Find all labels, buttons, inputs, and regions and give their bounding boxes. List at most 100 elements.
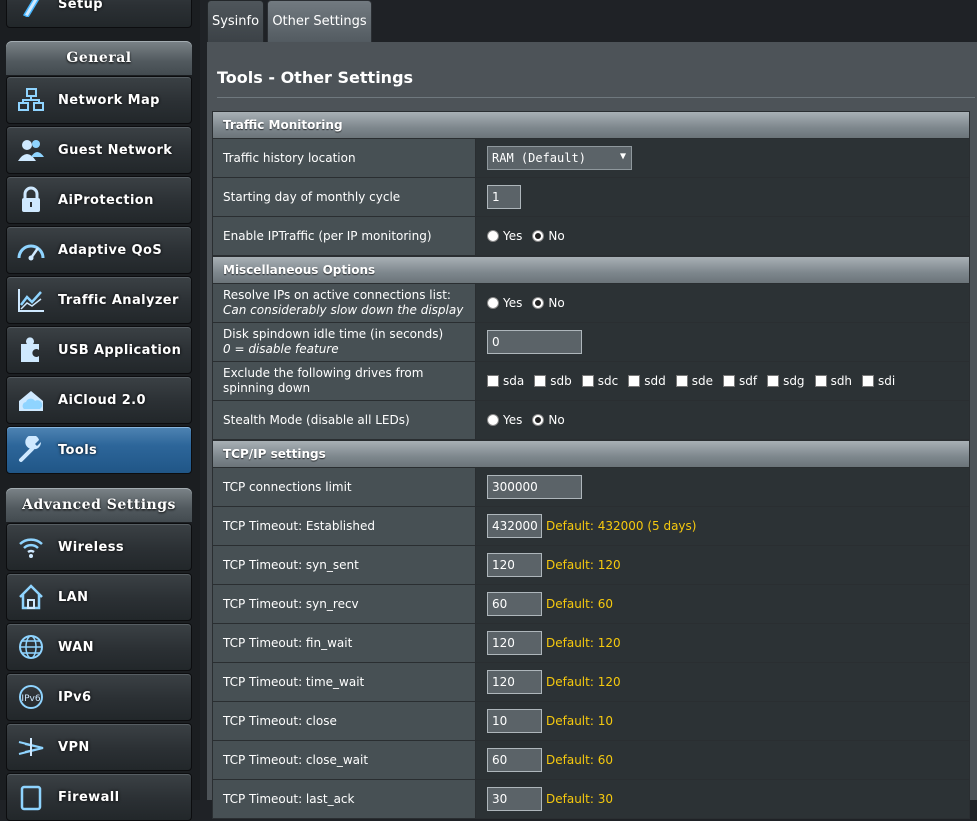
nav-setup[interactable]: Setup xyxy=(6,0,192,28)
nav-aiprotection[interactable]: AiProtection xyxy=(6,176,192,224)
timeout-syn-sent-input[interactable]: 120 xyxy=(487,553,542,577)
stealth-yes-radio[interactable] xyxy=(487,414,499,426)
stealth-yes-label: Yes xyxy=(503,413,523,427)
nav-traffic-analyzer-label: Traffic Analyzer xyxy=(58,292,179,308)
nav-adaptive-qos[interactable]: Adaptive QoS xyxy=(6,226,192,274)
drive-sdg-checkbox[interactable] xyxy=(767,375,780,387)
conn-limit-input[interactable]: 300000 xyxy=(487,475,582,499)
lock-icon xyxy=(16,185,46,215)
timeout-last-ack-input[interactable]: 30 xyxy=(487,787,542,811)
vpn-icon xyxy=(16,732,46,762)
row-timeout-syn-sent: TCP Timeout: syn_sent 120 Default: 120 xyxy=(212,546,970,585)
row-stealth-mode: Stealth Mode (disable all LEDs) Yes No xyxy=(212,401,970,440)
group-miscellaneous: Miscellaneous Options xyxy=(212,256,970,284)
iptraffic-yes-radio[interactable] xyxy=(487,230,499,242)
nav-usb-application-label: USB Application xyxy=(58,342,182,358)
nav-firewall[interactable]: Firewall xyxy=(6,773,192,821)
row-exclude-drives: Exclude the following drives from spinni… xyxy=(212,362,970,401)
nav-tools[interactable]: Tools xyxy=(6,426,192,474)
guest-network-icon xyxy=(16,135,46,165)
resolve-ips-sub: Can considerably slow down the display xyxy=(223,303,464,317)
wrench-icon xyxy=(16,435,46,465)
drive-sdc-label: sdc xyxy=(597,374,619,388)
drive-sda-checkbox[interactable] xyxy=(487,375,499,387)
tab-sysinfo[interactable]: Sysinfo xyxy=(207,0,264,42)
timeout-close-input[interactable]: 10 xyxy=(487,709,542,733)
drive-sdc-checkbox[interactable] xyxy=(581,375,594,387)
drive-sdh-checkbox[interactable] xyxy=(814,375,827,387)
nav-network-map[interactable]: Network Map xyxy=(6,76,192,124)
start-day-label: Starting day of monthly cycle xyxy=(212,178,476,217)
start-day-input[interactable]: 1 xyxy=(487,185,521,209)
advanced-settings-header: Advanced Settings xyxy=(6,488,192,522)
sidebar: Setup General Network Map Guest Network … xyxy=(0,0,200,821)
timeout-fin-wait-input[interactable]: 120 xyxy=(487,631,542,655)
nav-ipv6-label: IPv6 xyxy=(58,689,92,705)
drive-sdi-label: sdi xyxy=(878,374,896,388)
nav-guest-network[interactable]: Guest Network xyxy=(6,126,192,174)
dropdown-arrow-icon: ▼ xyxy=(619,151,626,162)
timeout-syn-recv-hint: Default: 60 xyxy=(546,597,613,611)
resolve-ips-label: Resolve IPs on active connections list: xyxy=(223,288,451,302)
timeout-syn-sent-hint: Default: 120 xyxy=(546,558,621,572)
stealth-mode-label: Stealth Mode (disable all LEDs) xyxy=(212,401,476,440)
spindown-input[interactable]: 0 xyxy=(487,330,582,354)
timeout-close-wait-input[interactable]: 60 xyxy=(487,748,542,772)
nav-vpn[interactable]: VPN xyxy=(6,723,192,771)
puzzle-icon xyxy=(16,335,46,365)
svg-text:IPv6: IPv6 xyxy=(21,694,40,704)
drive-sdb-checkbox[interactable] xyxy=(534,375,547,387)
history-location-select[interactable]: RAM (Default) ▼ xyxy=(487,146,632,170)
row-conn-limit: TCP connections limit 300000 xyxy=(212,468,970,507)
timeout-time-wait-input[interactable]: 120 xyxy=(487,670,542,694)
stealth-no-radio[interactable] xyxy=(532,414,545,426)
resolve-no-radio[interactable] xyxy=(532,297,545,309)
timeout-syn-recv-input[interactable]: 60 xyxy=(487,592,542,616)
nav-ipv6[interactable]: IPv6 IPv6 xyxy=(6,673,192,721)
nav-wireless[interactable]: Wireless xyxy=(6,523,192,571)
home-icon xyxy=(16,582,46,612)
iptraffic-label: Enable IPTraffic (per IP monitoring) xyxy=(212,217,476,256)
speedometer-icon xyxy=(16,235,46,265)
drive-sde-checkbox[interactable] xyxy=(675,375,688,387)
group-tcpip: TCP/IP settings xyxy=(212,440,970,468)
drive-sdh-label: sdh xyxy=(830,374,853,388)
row-timeout-time-wait: TCP Timeout: time_wait 120 Default: 120 xyxy=(212,663,970,702)
drive-sdi-checkbox[interactable] xyxy=(862,375,875,387)
timeout-close-label: TCP Timeout: close xyxy=(212,702,476,741)
nav-traffic-analyzer[interactable]: Traffic Analyzer xyxy=(6,276,192,324)
drive-sdg-label: sdg xyxy=(783,374,805,388)
stealth-no-label: No xyxy=(548,413,565,427)
drive-sdf-checkbox[interactable] xyxy=(722,375,735,387)
spindown-label: Disk spindown idle time (in seconds) xyxy=(223,327,444,341)
page-title: Tools - Other Settings xyxy=(217,68,414,87)
nav-usb-application[interactable]: USB Application xyxy=(6,326,192,374)
conn-limit-label: TCP connections limit xyxy=(212,468,476,507)
setup-icon xyxy=(16,0,46,19)
row-timeout-established: TCP Timeout: Established 432000 Default:… xyxy=(212,507,970,546)
resolve-yes-radio[interactable] xyxy=(487,297,499,309)
nav-wan[interactable]: WAN xyxy=(6,623,192,671)
spindown-sub: 0 = disable feature xyxy=(223,342,339,356)
nav-wan-label: WAN xyxy=(58,639,94,655)
nav-vpn-label: VPN xyxy=(58,739,90,755)
ipv6-icon: IPv6 xyxy=(16,682,46,712)
row-history-location: Traffic history location RAM (Default) ▼ xyxy=(212,139,970,178)
cloud-icon xyxy=(16,385,46,415)
nav-lan[interactable]: LAN xyxy=(6,573,192,621)
nav-aicloud[interactable]: AiCloud 2.0 xyxy=(6,376,192,424)
spindown-label-cell: Disk spindown idle time (in seconds) 0 =… xyxy=(212,323,476,362)
timeout-established-input[interactable]: 432000 xyxy=(487,514,542,538)
timeout-close-wait-hint: Default: 60 xyxy=(546,753,613,767)
row-start-day: Starting day of monthly cycle 1 xyxy=(212,178,970,217)
nav-firewall-label: Firewall xyxy=(58,789,120,805)
iptraffic-no-radio[interactable] xyxy=(532,230,545,242)
nav-adaptive-qos-label: Adaptive QoS xyxy=(58,242,163,258)
timeout-close-hint: Default: 10 xyxy=(546,714,613,728)
drive-sdd-checkbox[interactable] xyxy=(628,375,641,387)
main-panel: Tools - Other Settings Traffic Monitorin… xyxy=(207,42,977,819)
timeout-time-wait-label: TCP Timeout: time_wait xyxy=(212,663,476,702)
nav-tools-label: Tools xyxy=(58,442,98,458)
tab-other-settings[interactable]: Other Settings xyxy=(267,0,372,42)
timeout-syn-recv-label: TCP Timeout: syn_recv xyxy=(212,585,476,624)
